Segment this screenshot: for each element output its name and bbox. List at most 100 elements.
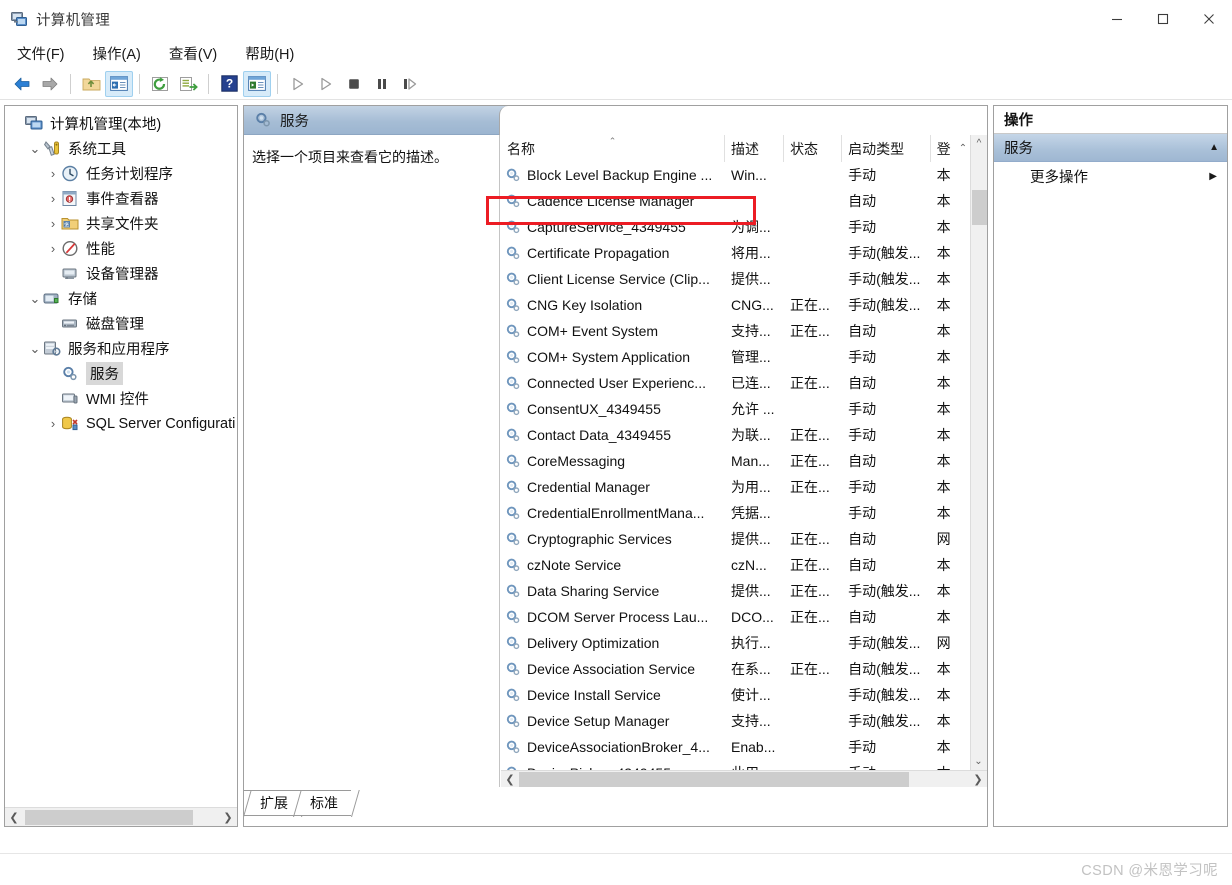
cell-description: 执行... [731, 635, 771, 651]
table-row[interactable]: Block Level Backup Engine ... Win... 手动 本 [501, 162, 970, 188]
chevron-right-icon[interactable]: › [45, 416, 61, 431]
tree-item-12[interactable]: › SQL Server Configurati [5, 411, 237, 436]
tree-item-1[interactable]: ⌄ 系统工具 [5, 136, 237, 161]
service-name-label: Device Setup Manager [527, 713, 670, 729]
menu-action[interactable]: 操作(A) [90, 41, 144, 66]
table-row[interactable]: DCOM Server Process Lau... DCO... 正在... 自动 本 [501, 604, 970, 630]
table-row[interactable]: Cadence License Manager 自动 本 [501, 188, 970, 214]
service-name-label: Client License Service (Clip... [527, 271, 710, 287]
tree-item-6[interactable]: 设备管理器 [5, 261, 237, 286]
table-row[interactable]: CredentialEnrollmentMana... 凭据... 手动 本 [501, 500, 970, 526]
table-row[interactable]: Cryptographic Services 提供... 正在... 自动 网 [501, 526, 970, 552]
help-icon[interactable]: ? [215, 71, 243, 97]
scroll-left-icon[interactable]: ❮ [5, 809, 23, 826]
chevron-right-icon[interactable]: › [45, 216, 61, 231]
tree-item-3[interactable]: › 事件查看器 [5, 186, 237, 211]
tree-item-8[interactable]: 磁盘管理 [5, 311, 237, 336]
scroll-up-icon[interactable]: ^ [971, 135, 987, 152]
menu-help[interactable]: 帮助(H) [242, 41, 297, 66]
tree-hscroll-thumb[interactable] [25, 809, 193, 825]
chevron-down-icon[interactable]: ⌄ [27, 141, 43, 157]
scroll-right-icon[interactable]: ❯ [219, 809, 237, 826]
refresh-icon[interactable] [146, 71, 174, 97]
chevron-right-icon[interactable]: › [45, 241, 61, 256]
column-header-start[interactable]: 启动类型 [842, 135, 931, 162]
table-row[interactable]: COM+ System Application 管理... 手动 本 [501, 344, 970, 370]
properties-panel-icon[interactable] [243, 70, 271, 97]
chevron-down-icon[interactable]: ⌄ [27, 341, 43, 357]
menu-file[interactable]: 文件(F) [14, 41, 68, 66]
tree-item-7[interactable]: ⌄ 存储 [5, 286, 237, 311]
chevron-right-icon[interactable]: › [45, 191, 61, 206]
table-row[interactable]: czNote Service czN... 正在... 自动 本 [501, 552, 970, 578]
export-list-icon[interactable] [174, 71, 202, 97]
services-vertical-scrollbar[interactable]: ^ ⌄ [970, 135, 987, 770]
scroll-left-icon[interactable]: ❮ [501, 771, 519, 788]
minimize-button[interactable] [1094, 0, 1140, 38]
table-row[interactable]: Device Install Service 使计... 手动(触发... 本 [501, 682, 970, 708]
chevron-up-icon[interactable]: ▲ [1209, 142, 1219, 153]
chevron-down-icon[interactable]: ⌄ [27, 291, 43, 307]
tab-standard[interactable]: 标准 [294, 790, 351, 816]
cell-logon-as: 本 [936, 271, 951, 287]
scroll-down-icon[interactable]: ⌄ [971, 753, 986, 770]
table-row[interactable]: ConsentUX_4349455 允许 ... 手动 本 [501, 396, 970, 422]
up-folder-icon[interactable] [77, 71, 105, 97]
column-header-label: 登 [936, 140, 951, 157]
service-name-label: COM+ Event System [527, 323, 659, 339]
actions-group-services[interactable]: 服务 ▲ [994, 134, 1227, 162]
tree-item-11[interactable]: WMI 控件 [5, 386, 237, 411]
tree-item-0[interactable]: 计算机管理(本地) [5, 111, 237, 136]
table-row[interactable]: Data Sharing Service 提供... 正在... 手动(触发... 本 [501, 578, 970, 604]
tree-horizontal-scrollbar[interactable]: ❮ ❯ [5, 807, 237, 826]
services-pane-title: 服务 [280, 113, 309, 130]
toolbar-separator [208, 73, 209, 94]
table-row[interactable]: Credential Manager 为用... 正在... 手动 本 [501, 474, 970, 500]
column-header-label: 启动类型 [848, 140, 905, 157]
cell-name: Contact Data_4349455 [501, 427, 725, 443]
table-row[interactable]: DevicePicker_4349455此用...手动本 [501, 760, 970, 770]
table-row[interactable]: Connected User Experienc... 已连... 正在... 自动 本 [501, 370, 970, 396]
close-button[interactable] [1186, 0, 1232, 38]
services-hscroll-track[interactable] [519, 770, 969, 788]
column-header-desc[interactable]: 描述 [725, 135, 785, 162]
table-row[interactable]: DeviceAssociationBroker_4... Enab... 手动 本 [501, 734, 970, 760]
service-name-label: Device Install Service [527, 687, 661, 703]
tree-item-2[interactable]: › 任务计划程序 [5, 161, 237, 186]
action-more-actions[interactable]: 更多操作 ▶ [994, 162, 1227, 190]
chevron-right-icon[interactable]: ▶ [1209, 171, 1217, 182]
column-header-state[interactable]: 状态 [784, 135, 843, 162]
maximize-button[interactable] [1140, 0, 1186, 38]
table-row[interactable]: Contact Data_4349455 为联... 正在... 手动 本 [501, 422, 970, 448]
forward-arrow-icon[interactable] [36, 71, 64, 97]
tree-item-10[interactable]: 服务 [5, 361, 237, 386]
tree-item-5[interactable]: › 性能 [5, 236, 237, 261]
chevron-right-icon[interactable]: › [45, 166, 61, 181]
table-row[interactable]: COM+ Event System 支持... 正在... 自动 本 [501, 318, 970, 344]
scroll-right-icon[interactable]: ❯ [969, 771, 987, 788]
table-row[interactable]: Certificate Propagation 将用... 手动(触发... 本 [501, 240, 970, 266]
cell-description: 凭据... [731, 505, 771, 521]
console-tree-pane: 计算机管理(本地) ⌄ 系统工具 › 任务计划程序 › 事件查看器 › 23 共享文件夹 › 性能 设备… [4, 105, 238, 827]
tree-item-4[interactable]: › 23 共享文件夹 [5, 211, 237, 236]
show-tree-icon[interactable] [105, 70, 133, 97]
services-hscroll-thumb[interactable] [519, 771, 909, 787]
tree-item-label: 服务和应用程序 [68, 342, 170, 358]
tree-item-label: 事件查看器 [86, 192, 159, 208]
back-arrow-icon[interactable] [8, 71, 36, 97]
services-horizontal-scrollbar[interactable]: ❮ ❯ [501, 770, 987, 788]
table-row[interactable]: Client License Service (Clip... 提供... 手动(触… [501, 266, 970, 292]
table-row[interactable]: Device Association Service 在系... 正在... 自动(触… [501, 656, 970, 682]
csdn-watermark: CSDN @米恩学习呢 [1081, 863, 1218, 879]
menu-view[interactable]: 查看(V) [166, 41, 220, 66]
table-row[interactable]: CaptureService_4349455 为调... 手动 本 [501, 214, 970, 240]
table-row[interactable]: CNG Key Isolation CNG... 正在... 手动(触发... 本 [501, 292, 970, 318]
table-row[interactable]: Delivery Optimization 执行... 手动(触发... 网 [501, 630, 970, 656]
column-header-name[interactable]: ⌃ 名称 [501, 135, 726, 162]
services-vscroll-thumb[interactable] [972, 190, 987, 225]
tree-item-9[interactable]: ⌄ 服务和应用程序 [5, 336, 237, 361]
tree-hscroll-track[interactable] [23, 808, 219, 826]
table-row[interactable]: CoreMessaging Man... 正在... 自动 本 [501, 448, 970, 474]
tab-extended[interactable]: 扩展 [244, 790, 301, 816]
table-row[interactable]: Device Setup Manager 支持... 手动(触发... 本 [501, 708, 970, 734]
